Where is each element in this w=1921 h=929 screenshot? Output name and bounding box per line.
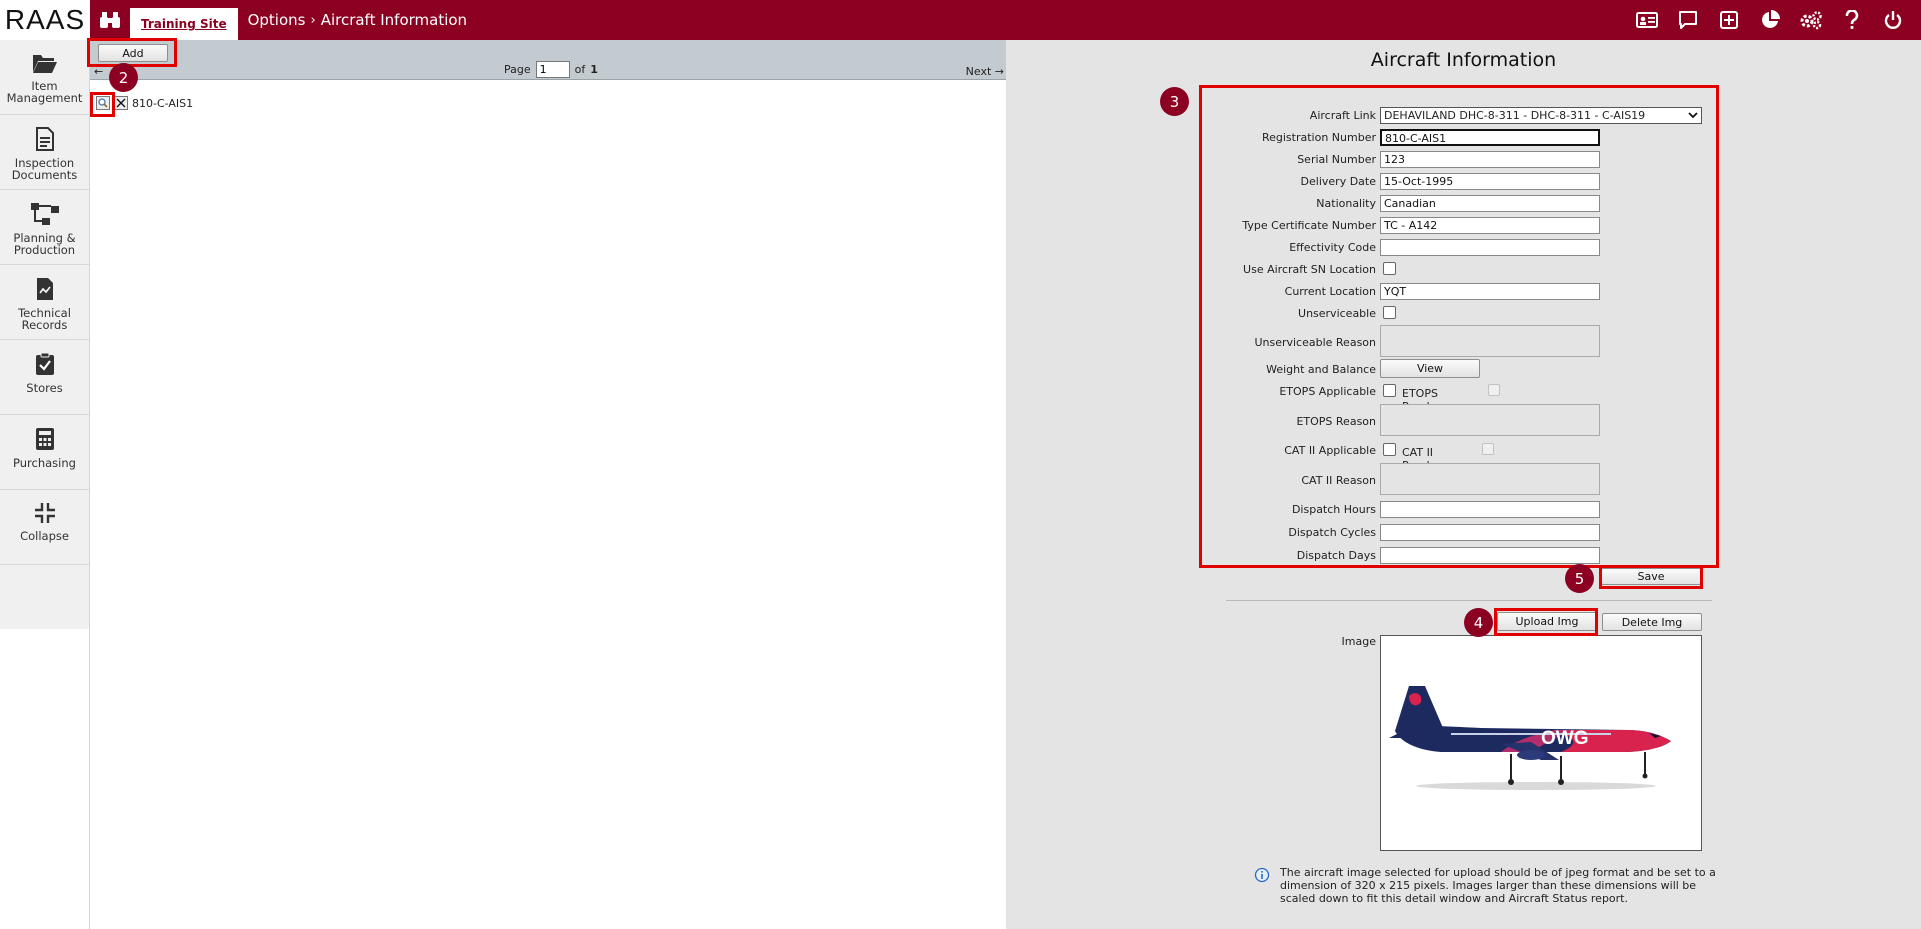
- binoculars-icon[interactable]: [90, 0, 130, 40]
- add-box-icon[interactable]: [1708, 0, 1749, 40]
- page-label: Page: [504, 63, 531, 76]
- page-number-input[interactable]: [535, 61, 570, 78]
- nav-label: Purchasing: [13, 456, 76, 470]
- of-label: of: [574, 63, 586, 76]
- gears-icon[interactable]: [1790, 0, 1831, 40]
- annotation-badge-4: 4: [1464, 608, 1493, 637]
- breadcrumb-current: Aircraft Information: [320, 11, 468, 29]
- note-text: The aircraft image selected for upload s…: [1280, 866, 1716, 905]
- nav-label: Production: [13, 243, 76, 257]
- left-navigation-spacer: [0, 629, 90, 929]
- breadcrumb: Options › Aircraft Information: [248, 11, 467, 29]
- next-page-link[interactable]: Next →: [966, 65, 1004, 78]
- top-icon-bar: [1626, 0, 1913, 40]
- raas-logo[interactable]: RAAS: [0, 0, 90, 40]
- document-icon: [35, 127, 54, 151]
- help-icon[interactable]: [1831, 0, 1872, 40]
- annotation-badge-3: 3: [1160, 87, 1189, 116]
- logo-text: RAAS: [4, 4, 86, 35]
- nav-label: Collapse: [20, 529, 69, 543]
- nav-item-management[interactable]: Item Management: [0, 40, 89, 115]
- info-icon: [1254, 867, 1270, 883]
- id-card-icon[interactable]: [1626, 0, 1667, 40]
- clipboard-check-icon: [35, 352, 54, 375]
- nav-stores[interactable]: Stores: [0, 340, 89, 415]
- chat-icon[interactable]: [1667, 0, 1708, 40]
- livery-text: OWG: [1541, 728, 1589, 749]
- highlight-upload-button: [1494, 608, 1598, 636]
- aircraft-name[interactable]: 810-C-AIS1: [132, 97, 193, 110]
- panel-title: Aircraft Information: [1370, 49, 1557, 71]
- section-divider: [1226, 600, 1712, 601]
- aircraft-image: OWG: [1389, 686, 1671, 790]
- pie-chart-icon[interactable]: [1749, 0, 1790, 40]
- page-total: 1: [590, 63, 598, 76]
- nav-purchasing[interactable]: Purchasing: [0, 415, 89, 490]
- flowchart-icon: [30, 203, 59, 225]
- chevron-right-icon: ›: [310, 12, 316, 28]
- highlight-save-button: [1599, 565, 1703, 589]
- nav-label: Documents: [11, 168, 78, 182]
- nav-label: Management: [6, 91, 83, 105]
- breadcrumb-options[interactable]: Options: [248, 11, 306, 29]
- annotation-badge-5: 5: [1565, 564, 1594, 593]
- nav-label: Records: [21, 318, 68, 332]
- highlight-view-icon: [90, 92, 115, 117]
- top-bar: RAAS Training Site Options › Aircraft In…: [0, 0, 1921, 40]
- aircraft-image-frame: OWG: [1380, 635, 1702, 851]
- nav-collapse[interactable]: Collapse: [0, 490, 89, 565]
- nav-technical-records[interactable]: Technical Records: [0, 265, 89, 340]
- collapse-icon: [34, 503, 55, 523]
- nav-planning-production[interactable]: Planning & Production: [0, 190, 89, 265]
- left-navigation: Item Management Inspection Documents Pla…: [0, 40, 90, 629]
- training-site-tab[interactable]: Training Site: [130, 8, 238, 40]
- power-icon[interactable]: [1872, 0, 1913, 40]
- image-label: Image: [1341, 635, 1376, 648]
- delete-image-button[interactable]: Delete Img: [1602, 613, 1702, 631]
- delete-x-icon[interactable]: [114, 96, 128, 110]
- image-upload-note: The aircraft image selected for upload s…: [1254, 866, 1724, 905]
- folder-icon: [32, 55, 57, 73]
- nav-inspection-documents[interactable]: Inspection Documents: [0, 115, 89, 190]
- highlight-form: [1199, 85, 1719, 568]
- pager: Page of 1: [504, 61, 598, 78]
- calculator-icon: [35, 428, 54, 450]
- annotation-badge-2: 2: [109, 63, 138, 92]
- list-toolbar: Add ← Page of 1 Next →: [90, 40, 1006, 80]
- aircraft-list-panel: Add ← Page of 1 Next → 810-C-AIS1: [90, 40, 1006, 929]
- nav-label: Stores: [26, 381, 63, 395]
- records-icon: [36, 278, 53, 300]
- highlight-add-button: [87, 38, 177, 67]
